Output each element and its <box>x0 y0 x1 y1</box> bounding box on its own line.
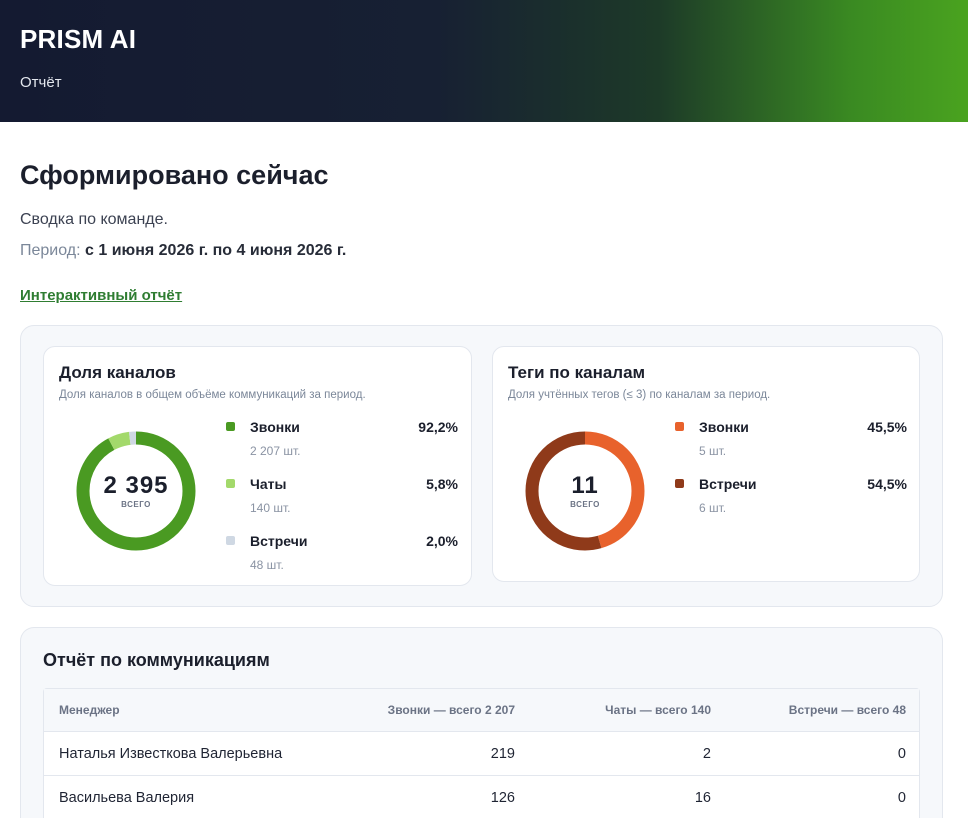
cell-calls: 219 <box>490 745 515 762</box>
legend-item-meetings: Встречи 2,0% 48 шт. <box>226 531 458 588</box>
content: Сформировано сейчас Сводка по команде. П… <box>0 160 968 818</box>
legend-item-meetings: Встречи 54,5% 6 шт. <box>675 474 907 531</box>
legend-count: 48 шт. <box>250 558 284 572</box>
legend-pct: 45,5% <box>867 419 907 435</box>
period-value: с 1 июня 2026 г. по 4 июня 2026 г. <box>85 242 347 259</box>
cell-chats: 2 <box>702 745 711 762</box>
brand-title: PRISM AI <box>20 24 137 54</box>
page-title: Сформировано сейчас <box>20 160 329 190</box>
legend-dot-calls <box>675 422 684 431</box>
legend-pct: 54,5% <box>867 476 907 492</box>
tags-total-label: ВСЕГО <box>570 499 600 509</box>
legend-item-chats: Чаты 5,8% 140 шт. <box>226 474 458 531</box>
channel-donut: 2 395 ВСЕГО <box>76 431 196 551</box>
cell-calls: 126 <box>490 789 515 806</box>
legend-name: Звонки <box>699 419 749 435</box>
interactive-report-link[interactable]: Интерактивный отчёт <box>20 287 182 304</box>
channel-legend: Звонки 92,2% 2 207 шт. Чаты 5,8% 140 шт.… <box>226 417 458 588</box>
cell-manager: Наталья Известкова Валерьевна <box>59 745 283 762</box>
cell-meetings: 0 <box>897 745 906 762</box>
header-meetings[interactable]: Встречи — всего 48 <box>711 703 906 717</box>
legend-dot-calls <box>226 422 235 431</box>
cell-chats: 16 <box>694 789 711 806</box>
legend-count: 140 шт. <box>250 501 291 515</box>
legend-count: 5 шт. <box>699 444 727 458</box>
legend-dot-chats <box>226 479 235 488</box>
legend-count: 2 207 шт. <box>250 444 301 458</box>
summary-text: Сводка по команде. <box>20 211 168 228</box>
legend-count: 6 шт. <box>699 501 727 515</box>
table-row[interactable]: Васильева Валерия 126 16 0 <box>44 776 919 818</box>
report-panel: Отчёт по коммуникациям Менеджер Звонки —… <box>20 627 943 818</box>
tags-legend: Звонки 45,5% 5 шт. Встречи 54,5% 6 шт. <box>675 417 907 531</box>
legend-pct: 5,8% <box>426 476 458 492</box>
period-label: Период: <box>20 242 81 259</box>
tags-donut-center: 11 ВСЕГО <box>525 431 645 551</box>
table-header: Менеджер Звонки — всего 2 207 Чаты — все… <box>44 689 919 732</box>
tags-description: Доля учтённых тегов (≤ 3) по каналам за … <box>508 389 771 401</box>
channel-share-description: Доля каналов в общем объёме коммуникаций… <box>59 389 366 401</box>
legend-name: Чаты <box>250 476 287 492</box>
legend-dot-meetings <box>226 536 235 545</box>
cell-meetings: 0 <box>897 789 906 806</box>
legend-item-calls: Звонки 45,5% 5 шт. <box>675 417 907 474</box>
header: PRISM AI Отчёт <box>0 0 968 122</box>
tags-title: Теги по каналам <box>508 363 646 382</box>
channel-total-label: ВСЕГО <box>121 499 151 509</box>
legend-name: Встречи <box>250 533 308 549</box>
legend-item-calls: Звонки 92,2% 2 207 шт. <box>226 417 458 474</box>
period: Период: с 1 июня 2026 г. по 4 июня 2026 … <box>20 242 948 260</box>
channel-share-title: Доля каналов <box>59 363 176 382</box>
legend-name: Звонки <box>250 419 300 435</box>
legend-name: Встречи <box>699 476 757 492</box>
legend-pct: 92,2% <box>418 419 458 435</box>
tags-card: Теги по каналам Доля учтённых тегов (≤ 3… <box>492 346 920 582</box>
report-table: Менеджер Звонки — всего 2 207 Чаты — все… <box>43 688 920 818</box>
header-chats[interactable]: Чаты — всего 140 <box>515 703 711 717</box>
charts-panel: Доля каналов Доля каналов в общем объёме… <box>20 325 943 607</box>
legend-dot-meetings <box>675 479 684 488</box>
cell-manager: Васильева Валерия <box>59 789 195 806</box>
header-manager[interactable]: Менеджер <box>44 703 374 717</box>
channel-donut-center: 2 395 ВСЕГО <box>76 431 196 551</box>
brand-subtitle: Отчёт <box>20 74 62 91</box>
table-row[interactable]: Наталья Известкова Валерьевна 219 2 0 <box>44 732 919 776</box>
report-title: Отчёт по коммуникациям <box>43 650 270 670</box>
legend-pct: 2,0% <box>426 533 458 549</box>
channel-share-card: Доля каналов Доля каналов в общем объёме… <box>43 346 472 586</box>
tags-donut: 11 ВСЕГО <box>525 431 645 551</box>
tags-total: 11 <box>571 471 599 499</box>
header-calls[interactable]: Звонки — всего 2 207 <box>374 703 515 717</box>
channel-total: 2 395 <box>103 471 169 499</box>
